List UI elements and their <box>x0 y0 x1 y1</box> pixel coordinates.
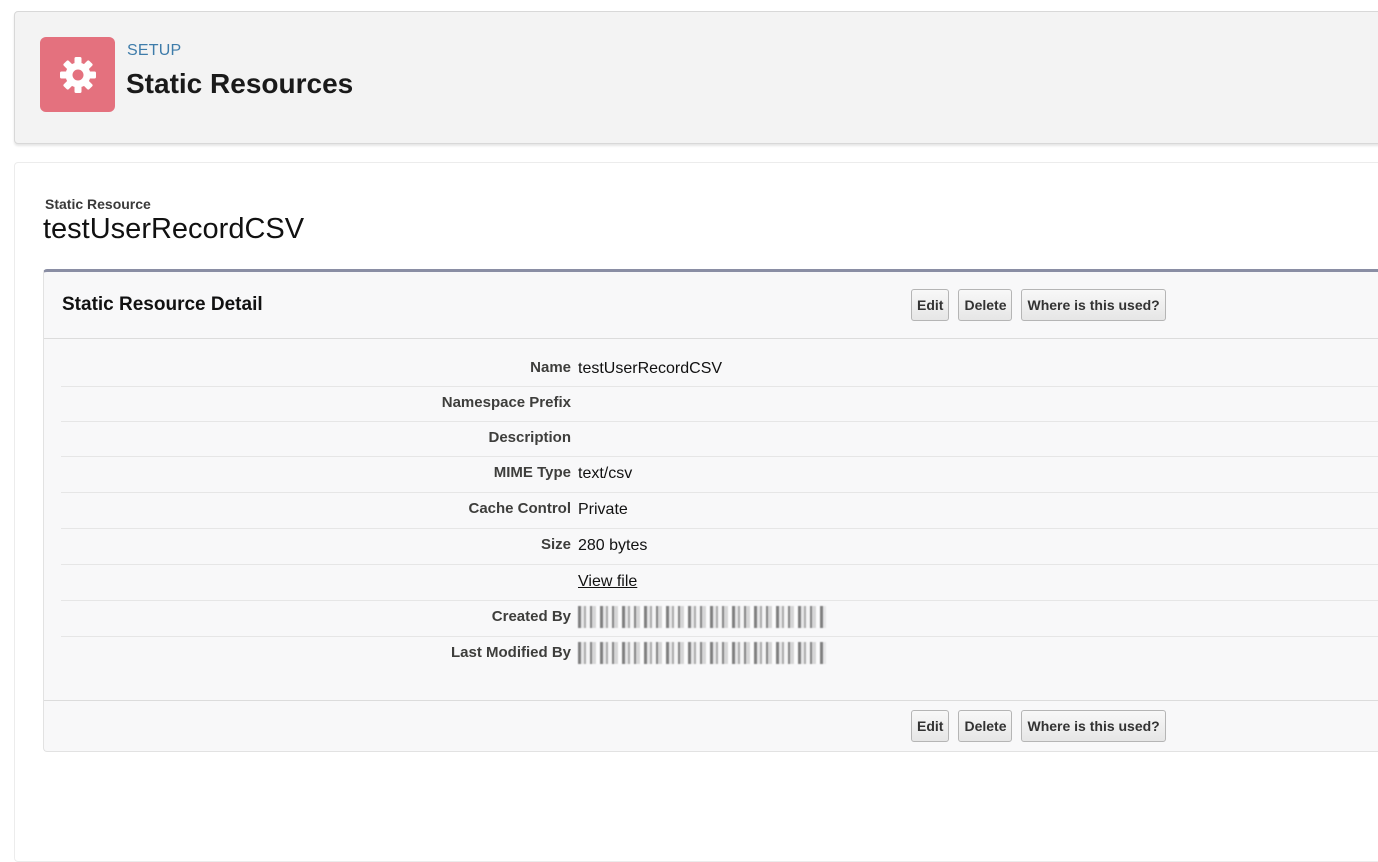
page-header: SETUP Static Resources <box>14 11 1378 144</box>
field-row-mime-type: MIME Type text/csv <box>61 457 1378 493</box>
field-value: Private <box>578 501 628 518</box>
where-is-this-used-button[interactable]: Where is this used? <box>1021 710 1166 742</box>
field-value: 280 bytes <box>578 537 648 554</box>
field-row-view-file: View file <box>61 565 1378 601</box>
static-resource-detail-section: Static Resource Detail Edit Delete Where… <box>43 269 1378 752</box>
edit-button[interactable]: Edit <box>911 289 950 321</box>
field-label: Last Modified By <box>450 644 571 661</box>
detail-section-footer <box>44 700 1378 752</box>
edit-button[interactable]: Edit <box>911 710 950 742</box>
field-row-size: Size 280 bytes <box>61 529 1378 565</box>
delete-button[interactable]: Delete <box>958 289 1013 321</box>
redacted-value <box>578 642 826 664</box>
field-row-last-modified-by: Last Modified By <box>61 637 1378 673</box>
record-type-label: Static Resource <box>45 196 151 212</box>
field-row-description: Description <box>61 422 1378 457</box>
field-row-name: Name testUserRecordCSV <box>61 352 1378 387</box>
setup-gear-icon-tile <box>40 37 115 112</box>
field-label: Description <box>488 429 571 446</box>
view-file-link[interactable]: View file <box>578 573 637 590</box>
setup-breadcrumb[interactable]: SETUP <box>127 42 181 60</box>
detail-section-title: Static Resource Detail <box>62 294 263 315</box>
field-value <box>578 642 826 669</box>
field-value: testUserRecordCSV <box>578 360 723 377</box>
field-row-cache-control: Cache Control Private <box>61 493 1378 529</box>
field-value: View file <box>578 573 637 591</box>
field-label: Size <box>540 536 571 553</box>
field-row-created-by: Created By <box>61 601 1378 637</box>
field-value: text/csv <box>578 465 633 482</box>
delete-button[interactable]: Delete <box>958 710 1013 742</box>
top-button-group: Edit Delete Where is this used? <box>911 289 1166 321</box>
bottom-button-group: Edit Delete Where is this used? <box>911 710 1166 742</box>
detail-section-header: Static Resource Detail Edit Delete Where… <box>44 272 1378 339</box>
where-is-this-used-button[interactable]: Where is this used? <box>1021 289 1166 321</box>
field-label: Namespace Prefix <box>441 394 571 411</box>
detail-field-list: Name testUserRecordCSV Namespace Prefix … <box>61 352 1378 673</box>
redacted-value <box>578 606 826 628</box>
field-label: Name <box>530 359 571 376</box>
field-label: MIME Type <box>493 464 571 481</box>
field-label: Created By <box>491 608 571 625</box>
gear-icon <box>59 56 96 93</box>
field-value <box>578 606 826 633</box>
field-row-namespace-prefix: Namespace Prefix <box>61 387 1378 422</box>
field-label: Cache Control <box>468 500 571 517</box>
page-title: Static Resources <box>126 68 354 99</box>
content-card: Static Resource testUserRecordCSV Static… <box>14 162 1378 862</box>
record-name-heading: testUserRecordCSV <box>43 213 305 245</box>
